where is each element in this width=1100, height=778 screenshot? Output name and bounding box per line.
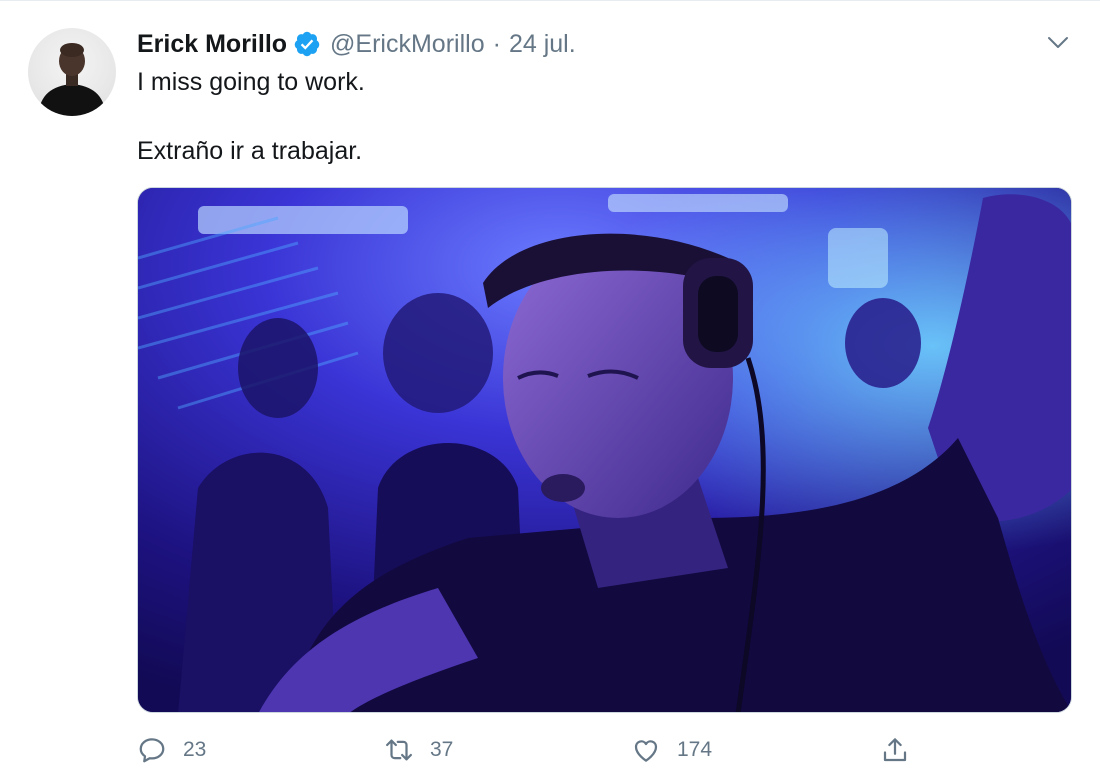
share-button[interactable] xyxy=(880,730,910,770)
avatar[interactable] xyxy=(28,28,116,116)
verified-badge-icon xyxy=(293,30,321,58)
more-options-button[interactable] xyxy=(1040,28,1076,58)
tweet-text-line: I miss going to work. xyxy=(137,68,365,96)
tweet-actions: 23 37 174 xyxy=(137,730,1072,770)
reply-button[interactable]: 23 xyxy=(137,730,206,770)
tweet-header: Erick Morillo @ErickMorillo · 24 jul. xyxy=(137,26,576,62)
tweet-date[interactable]: 24 jul. xyxy=(509,30,576,59)
chevron-down-icon xyxy=(1048,37,1068,48)
tweet-text: I miss going to work. Extraño ir a traba… xyxy=(137,65,1067,168)
tweet-photo[interactable] xyxy=(137,187,1072,713)
tweet[interactable]: Erick Morillo @ErickMorillo · 24 jul. I … xyxy=(0,0,1100,778)
heart-icon xyxy=(634,740,658,762)
retweet-count: 37 xyxy=(430,738,454,761)
handle[interactable]: @ErickMorillo xyxy=(330,30,485,59)
tweet-text-line: Extraño ir a trabajar. xyxy=(137,137,363,165)
display-name[interactable]: Erick Morillo xyxy=(137,30,287,59)
like-button[interactable]: 174 xyxy=(631,730,712,770)
retweet-arrows-icon xyxy=(386,739,412,761)
like-count: 174 xyxy=(677,738,713,761)
retweet-button[interactable]: 37 xyxy=(384,730,453,770)
reply-count: 23 xyxy=(183,738,207,761)
speech-bubble-icon xyxy=(139,738,165,763)
dj-photo xyxy=(138,188,1071,712)
separator-dot: · xyxy=(492,29,501,58)
avatar-photo xyxy=(38,43,106,116)
share-icon xyxy=(883,738,907,762)
